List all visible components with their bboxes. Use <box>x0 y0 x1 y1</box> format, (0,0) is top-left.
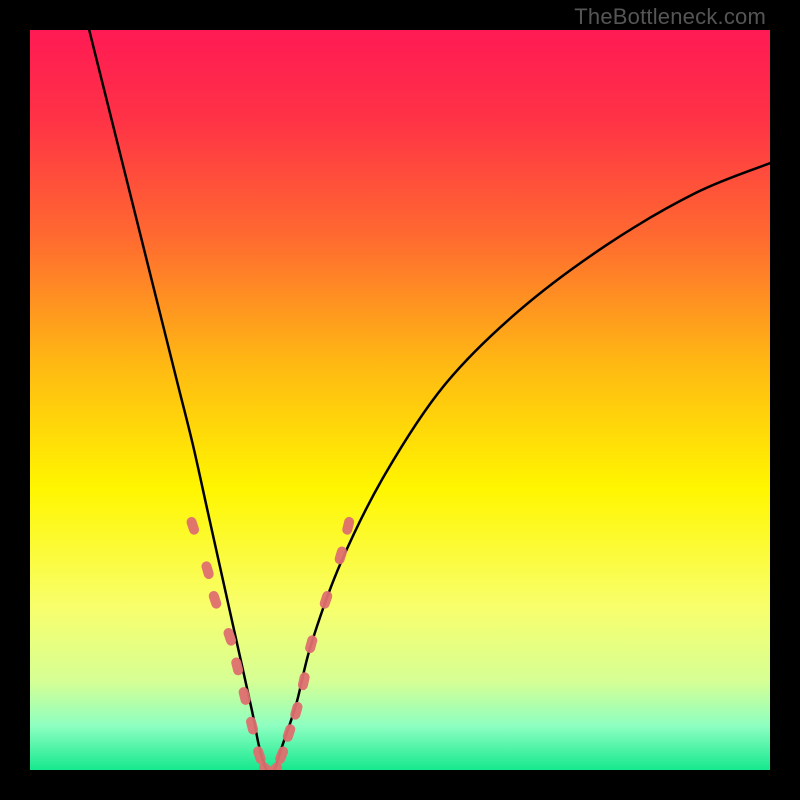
dot-marker <box>230 656 244 676</box>
dot-marker <box>200 560 215 580</box>
curve-layer <box>30 30 770 770</box>
dot-overlay-group <box>185 516 355 770</box>
dot-marker <box>185 516 200 536</box>
dot-marker <box>207 590 222 610</box>
dot-marker <box>297 671 311 691</box>
plot-area <box>30 30 770 770</box>
dot-marker <box>304 634 318 654</box>
dot-marker <box>318 590 333 610</box>
chart-frame: TheBottleneck.com <box>0 0 800 800</box>
watermark-text: TheBottleneck.com <box>574 4 766 30</box>
bottleneck-curve <box>89 30 770 770</box>
